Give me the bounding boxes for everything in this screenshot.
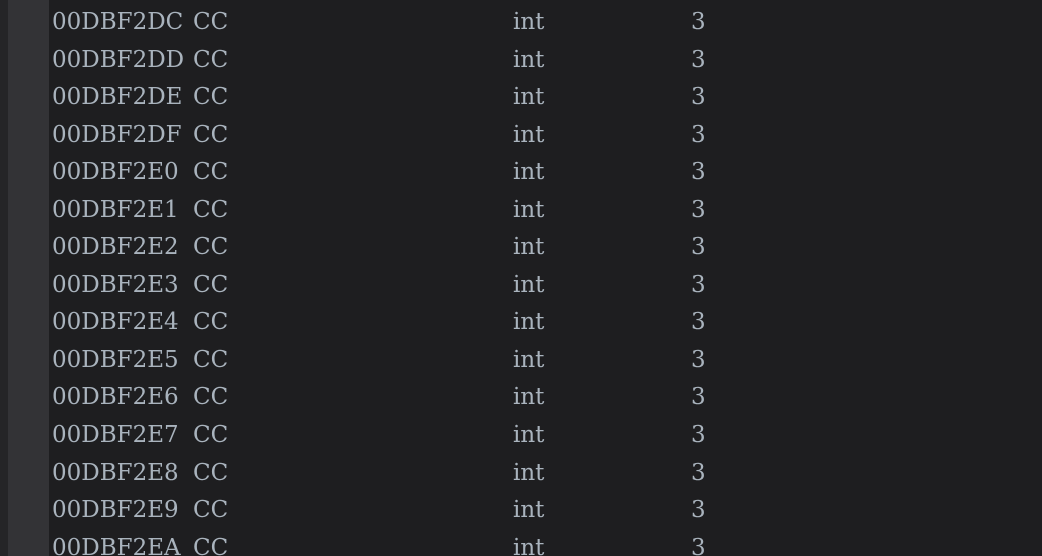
cell-type: int (513, 234, 545, 261)
cell-address: 00DBF2DE (52, 84, 183, 111)
cell-value: CC (193, 459, 229, 486)
table-row[interactable]: 00DBF2E8 CC int 3 (50, 455, 1042, 493)
cell-address: 00DBF2E5 (52, 346, 179, 373)
cell-value: CC (193, 384, 229, 411)
cell-address: 00DBF2E8 (52, 459, 179, 486)
cell-type: int (513, 459, 545, 486)
cell-size: 3 (691, 497, 706, 524)
cell-size: 3 (691, 121, 706, 148)
cell-value: CC (193, 159, 229, 186)
table-row[interactable]: 00DBF2E6 CC int 3 (50, 379, 1042, 417)
cell-address: 00DBF2E7 (52, 422, 179, 449)
cell-size: 3 (691, 196, 706, 223)
table-row[interactable]: 00DBF2E0 CC int 3 (50, 154, 1042, 192)
cell-value: CC (193, 84, 229, 111)
table-row[interactable]: 00DBF2E2 CC int 3 (50, 229, 1042, 267)
cell-value: CC (193, 497, 229, 524)
table-row[interactable]: 00DBF2E3 CC int 3 (50, 267, 1042, 305)
cell-type: int (513, 384, 545, 411)
table-row[interactable]: 00DBF2DE CC int 3 (50, 79, 1042, 117)
cell-size: 3 (691, 9, 706, 35)
editor-gutter[interactable] (8, 0, 49, 556)
cell-size: 3 (691, 46, 706, 73)
cell-size: 3 (691, 534, 706, 556)
table-row[interactable]: 00DBF2DF CC int 3 (50, 117, 1042, 155)
table-row[interactable]: 00DBF2E9 CC int 3 (50, 492, 1042, 530)
memory-watch-panel: 00DBF2DC CC int 3 00DBF2DD CC int 3 00DBF2DE CC in… (0, 0, 1042, 556)
cell-size: 3 (691, 422, 706, 449)
cell-value: CC (193, 121, 229, 148)
table-row[interactable]: 00DBF2DD CC int 3 (50, 42, 1042, 80)
cell-address: 00DBF2DC (52, 9, 184, 35)
cell-type: int (513, 346, 545, 373)
cell-type: int (513, 46, 545, 73)
table-row[interactable]: 00DBF2E4 CC int 3 (50, 304, 1042, 342)
cell-type: int (513, 9, 545, 35)
cell-value: CC (193, 534, 229, 556)
cell-address: 00DBF2E0 (52, 159, 179, 186)
cell-value: CC (193, 422, 229, 449)
cell-address: 00DBF2E3 (52, 271, 179, 298)
cell-type: int (513, 422, 545, 449)
cell-value: CC (193, 196, 229, 223)
cell-value: CC (193, 271, 229, 298)
cell-address: 00DBF2EA (52, 534, 181, 556)
cell-address: 00DBF2E1 (52, 196, 179, 223)
cell-type: int (513, 121, 545, 148)
cell-size: 3 (691, 234, 706, 261)
cell-address: 00DBF2E9 (52, 497, 179, 524)
table-row[interactable]: 00DBF2E5 CC int 3 (50, 342, 1042, 380)
cell-size: 3 (691, 84, 706, 111)
cell-size: 3 (691, 459, 706, 486)
cell-type: int (513, 84, 545, 111)
cell-value: CC (193, 309, 229, 336)
cell-type: int (513, 534, 545, 556)
panel-edge-strip (0, 0, 8, 556)
cell-address: 00DBF2E4 (52, 309, 179, 336)
cell-value: CC (193, 234, 229, 261)
table-row[interactable]: 00DBF2E1 CC int 3 (50, 192, 1042, 230)
cell-type: int (513, 271, 545, 298)
cell-value: CC (193, 346, 229, 373)
cell-size: 3 (691, 384, 706, 411)
cell-address: 00DBF2E2 (52, 234, 179, 261)
table-row[interactable]: 00DBF2DC CC int 3 (50, 4, 1042, 42)
cell-address: 00DBF2E6 (52, 384, 179, 411)
memory-row-list[interactable]: 00DBF2DC CC int 3 00DBF2DD CC int 3 00DBF2DE CC in… (50, 0, 1042, 556)
cell-value: CC (193, 46, 229, 73)
cell-size: 3 (691, 346, 706, 373)
cell-size: 3 (691, 309, 706, 336)
cell-address: 00DBF2DD (52, 46, 185, 73)
cell-type: int (513, 497, 545, 524)
cell-address: 00DBF2DF (52, 121, 182, 148)
cell-type: int (513, 196, 545, 223)
cell-type: int (513, 159, 545, 186)
table-row[interactable]: 00DBF2EA CC int 3 (50, 530, 1042, 556)
cell-size: 3 (691, 271, 706, 298)
cell-value: CC (193, 9, 229, 35)
cell-type: int (513, 309, 545, 336)
cell-size: 3 (691, 159, 706, 186)
table-row[interactable]: 00DBF2E7 CC int 3 (50, 417, 1042, 455)
